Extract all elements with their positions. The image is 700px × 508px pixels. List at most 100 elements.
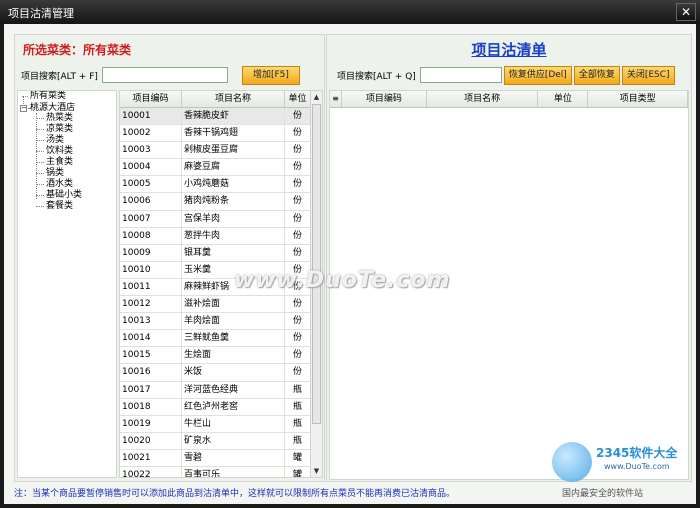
cell-code: 10010 xyxy=(120,261,182,278)
cell-code: 10005 xyxy=(120,176,182,193)
cell-name: 滋补烩面 xyxy=(182,296,285,313)
table-row[interactable]: 10022 百事可乐罐 xyxy=(120,466,311,477)
table-row[interactable]: 10014 三鲜鱿鱼羹份 xyxy=(120,330,311,348)
left-search-row: 项目搜索[ALT + F] 增加[F5] xyxy=(21,65,300,85)
column-header-code[interactable]: 项目编码 xyxy=(120,91,182,107)
cell-name: 红色泸州老窖 xyxy=(182,398,285,415)
tree-item-all[interactable]: 所有菜类 xyxy=(30,91,66,101)
watermark: www.DuoTe.com xyxy=(234,268,451,293)
cell-unit: 份 xyxy=(285,330,311,347)
cell-code: 10006 xyxy=(120,193,182,210)
title-bar: 项目沽清管理 ✕ xyxy=(0,0,700,24)
scroll-down-icon[interactable]: ▼ xyxy=(311,465,322,477)
window-title: 项目沽清管理 xyxy=(8,7,74,20)
cell-unit: 份 xyxy=(285,364,311,381)
sold-out-table-header: ≡ 项目编码 项目名称 单位 项目类型 xyxy=(330,91,688,108)
cell-unit: 份 xyxy=(285,347,311,364)
cell-code: 10014 xyxy=(120,330,182,347)
right-search-input[interactable] xyxy=(419,67,502,83)
tree-item-basic[interactable]: 基础小类 xyxy=(46,190,82,200)
tree-item-liquor[interactable]: 酒水类 xyxy=(46,179,73,189)
sold-out-panel: 项目沽清单 项目搜索[ALT + Q] 恢复供应[Del] 全部恢复 关闭[ES… xyxy=(326,34,692,482)
table-row[interactable]: 10005 小鸡炖蘑菇份 xyxy=(120,176,311,194)
left-search-input[interactable] xyxy=(101,67,228,83)
tree-item-hot-dishes[interactable]: 热菜类 xyxy=(46,113,73,123)
cell-code: 10008 xyxy=(120,227,182,244)
restore-supply-button[interactable]: 恢复供应[Del] xyxy=(503,65,572,85)
cell-name: 宫保羊肉 xyxy=(182,210,285,227)
table-row[interactable]: 10001 香辣脆皮虾份 xyxy=(120,108,311,126)
cell-unit: 份 xyxy=(285,193,311,210)
cell-code: 10003 xyxy=(120,142,182,159)
cell-unit: 份 xyxy=(285,227,311,244)
table-row[interactable]: 10017 洋河蓝色经典瓶 xyxy=(120,381,311,399)
cell-code: 10012 xyxy=(120,296,182,313)
tree-item-pot[interactable]: 锅类 xyxy=(46,168,64,178)
tree-item-drinks[interactable]: 饮料类 xyxy=(46,146,73,156)
column-header-code[interactable]: 项目编码 xyxy=(342,91,427,107)
cell-name: 羊肉烩面 xyxy=(182,313,285,330)
scroll-thumb[interactable] xyxy=(312,104,321,424)
column-header-unit[interactable]: 单位 xyxy=(538,91,589,107)
table-row[interactable]: 10015 生烩面份 xyxy=(120,347,311,365)
cell-unit: 罐 xyxy=(285,449,311,466)
table-row[interactable]: 10019 牛栏山瓶 xyxy=(120,415,311,433)
restore-all-button[interactable]: 全部恢复 xyxy=(573,65,620,85)
cell-name: 小鸡炖蘑菇 xyxy=(182,176,285,193)
cell-code: 10020 xyxy=(120,432,182,449)
close-button[interactable]: 关闭[ESC] xyxy=(621,65,675,85)
cell-code: 10016 xyxy=(120,364,182,381)
cell-name: 牛栏山 xyxy=(182,415,285,432)
table-row[interactable]: 10012 滋补烩面份 xyxy=(120,296,311,314)
footer-note: 注：当某个商品要暂停销售时可以添加此商品到沽清单中，这样就可以限制所有点菜员不能… xyxy=(14,489,456,499)
cell-name: 猪肉炖粉条 xyxy=(182,193,285,210)
cell-unit: 份 xyxy=(285,244,311,261)
cell-unit: 罐 xyxy=(285,466,311,477)
tree-item-cold-dishes[interactable]: 凉菜类 xyxy=(46,124,73,134)
table-row[interactable]: 10021 雪碧罐 xyxy=(120,449,311,467)
item-selection-panel: 所选菜类：所有菜类 项目搜索[ALT + F] 增加[F5] 所有菜类 − 桃源… xyxy=(14,34,325,482)
cell-name: 米饭 xyxy=(182,364,285,381)
cell-code: 10018 xyxy=(120,398,182,415)
table-row[interactable]: 10003 剁椒皮蛋豆腐份 xyxy=(120,142,311,160)
table-row[interactable]: 10006 猪肉炖粉条份 xyxy=(120,193,311,211)
cell-name: 三鲜鱿鱼羹 xyxy=(182,330,285,347)
tree-item-staple[interactable]: 主食类 xyxy=(46,157,73,167)
cell-name: 麻婆豆腐 xyxy=(182,159,285,176)
column-header-name[interactable]: 项目名称 xyxy=(427,91,539,107)
cell-unit: 份 xyxy=(285,210,311,227)
table-row[interactable]: 10016 米饭份 xyxy=(120,364,311,382)
column-header-name[interactable]: 项目名称 xyxy=(182,91,285,107)
cell-name: 香辣干锅鸡翅 xyxy=(182,125,285,142)
add-button[interactable]: 增加[F5] xyxy=(241,65,300,85)
table-row[interactable]: 10020 矿泉水瓶 xyxy=(120,432,311,450)
cell-code: 10013 xyxy=(120,313,182,330)
column-header-unit[interactable]: 单位 xyxy=(285,91,311,107)
scroll-up-icon[interactable]: ▲ xyxy=(311,91,322,103)
category-tree[interactable]: 所有菜类 − 桃源大酒店 热菜类 凉菜类 汤类 饮料类 主食类 锅类 酒水类 基… xyxy=(17,90,117,478)
table-row[interactable]: 10007 宫保羊肉份 xyxy=(120,210,311,228)
column-header-type[interactable]: 项目类型 xyxy=(588,91,688,107)
table-row[interactable]: 10018 红色泸州老窖瓶 xyxy=(120,398,311,416)
right-search-row: 项目搜索[ALT + Q] 恢复供应[Del] 全部恢复 关闭[ESC] xyxy=(337,65,675,85)
table-row[interactable]: 10009 银耳羹份 xyxy=(120,244,311,262)
cell-code: 10007 xyxy=(120,210,182,227)
cell-code: 10017 xyxy=(120,381,182,398)
collapse-icon[interactable]: − xyxy=(20,105,27,112)
cell-name: 生烩面 xyxy=(182,347,285,364)
table-row[interactable]: 10004 麻婆豆腐份 xyxy=(120,159,311,177)
cell-name: 洋河蓝色经典 xyxy=(182,381,285,398)
tree-item-soup[interactable]: 汤类 xyxy=(46,135,64,145)
brand-slogan: 国内最安全的软件站 xyxy=(562,489,644,499)
table-row[interactable]: 10002 香辣干锅鸡翅份 xyxy=(120,125,311,143)
tree-item-set-meal[interactable]: 套餐类 xyxy=(46,201,73,211)
left-search-label: 项目搜索[ALT + F] xyxy=(21,71,98,82)
close-window-button[interactable]: ✕ xyxy=(676,3,696,21)
cell-code: 10004 xyxy=(120,159,182,176)
table-row[interactable]: 10008 葱拌牛肉份 xyxy=(120,227,311,245)
cell-name: 银耳羹 xyxy=(182,244,285,261)
row-selector-icon[interactable]: ≡ xyxy=(330,91,342,107)
tree-item-store[interactable]: 桃源大酒店 xyxy=(30,103,75,113)
brand-url: www.DuoTe.com xyxy=(604,462,670,471)
table-row[interactable]: 10013 羊肉烩面份 xyxy=(120,313,311,331)
